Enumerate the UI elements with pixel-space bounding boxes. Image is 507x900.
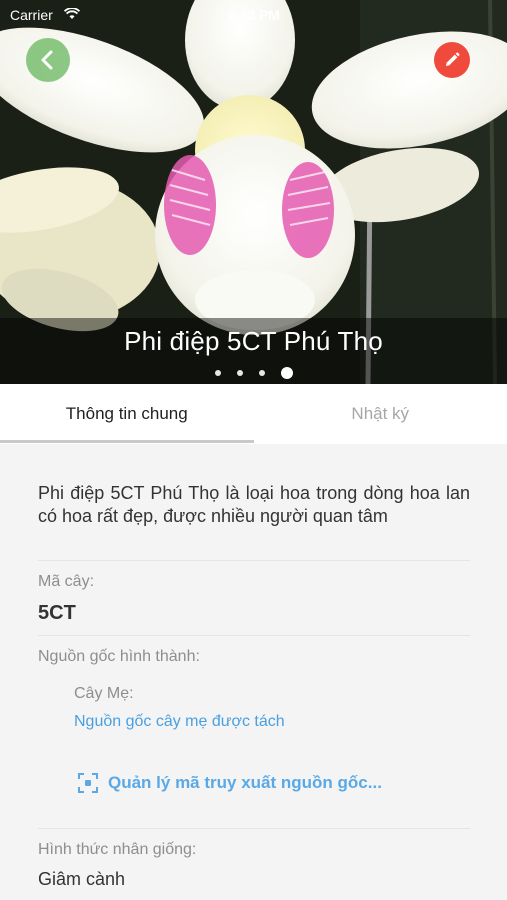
pencil-icon — [446, 52, 460, 66]
page-dot-active[interactable] — [280, 367, 293, 379]
code-label: Mã cây: — [38, 573, 95, 590]
status-bar: Carrier 2:42 PM — [0, 0, 507, 28]
mother-plant-label: Cây Mẹ: — [74, 685, 134, 702]
mother-origin-link[interactable]: Nguồn gốc cây mẹ được tách — [74, 713, 285, 731]
tab-diary[interactable]: Nhật ký — [254, 384, 507, 444]
divider — [38, 635, 470, 636]
page-dot[interactable] — [236, 370, 243, 376]
code-value: 5CT — [38, 602, 76, 624]
trace-code-button[interactable]: Quản lý mã truy xuất nguồn gốc... — [78, 773, 382, 793]
active-tab-indicator — [0, 440, 254, 443]
plant-description: Phi điệp 5CT Phú Thọ là loại hoa trong d… — [38, 483, 470, 526]
plant-title: Phi điệp 5CT Phú Thọ — [124, 326, 383, 356]
tab-bar: Thông tin chung Nhật ký — [0, 384, 507, 444]
back-button[interactable] — [26, 38, 70, 82]
tab-label: Thông tin chung — [65, 404, 188, 423]
propagation-value: Giâm cành — [38, 869, 126, 889]
divider — [38, 560, 470, 561]
divider — [38, 828, 470, 829]
edit-button[interactable] — [434, 42, 470, 78]
chevron-left-icon — [41, 50, 53, 70]
page-dot[interactable] — [214, 370, 221, 376]
info-panel: Phi điệp 5CT Phú Thọ là loại hoa trong d… — [0, 444, 507, 900]
propagation-label: Hình thức nhân giống: — [38, 841, 197, 858]
tab-general-info[interactable]: Thông tin chung — [0, 384, 254, 444]
hero-image[interactable]: Phi điệp 5CT Phú Thọ — [0, 0, 507, 384]
status-time: 2:42 PM — [227, 7, 280, 23]
tab-label: Nhật ký — [351, 404, 410, 423]
pagination-dots[interactable] — [0, 367, 507, 379]
qr-scan-icon — [78, 773, 98, 793]
trace-code-label: Quản lý mã truy xuất nguồn gốc... — [108, 773, 382, 792]
page-dot[interactable] — [258, 370, 265, 376]
origin-label: Nguồn gốc hình thành: — [38, 648, 200, 665]
